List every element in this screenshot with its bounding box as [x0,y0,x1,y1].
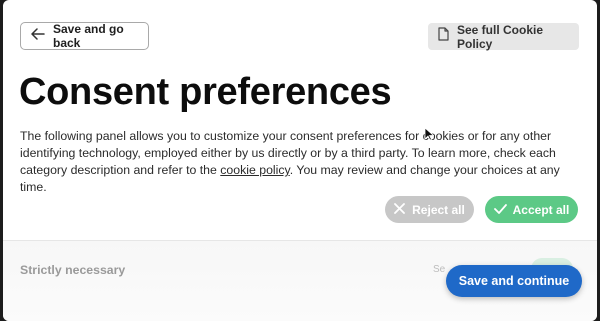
reject-all-button[interactable]: Reject all [385,196,474,223]
save-and-continue-button[interactable]: Save and continue [446,265,582,297]
save-and-continue-label: Save and continue [458,274,570,288]
consent-modal: Save and go back See full Cookie Policy … [3,0,597,321]
document-icon [438,27,449,46]
mouse-cursor-icon [424,127,435,141]
consent-description: The following panel allows you to custom… [20,128,580,196]
arrow-left-icon [31,27,45,45]
check-icon [493,201,507,219]
cookie-policy-link[interactable]: cookie policy [220,163,290,177]
toggle-hint-text: Se [433,264,446,275]
accept-all-label: Accept all [512,202,570,217]
strictly-necessary-title[interactable]: Strictly necessary [20,263,125,277]
accept-all-button[interactable]: Accept all [485,196,578,223]
save-and-go-back-button[interactable]: Save and go back [20,22,149,50]
save-and-go-back-label: Save and go back [53,22,124,50]
see-cookie-policy-label: See full Cookie Policy [457,22,544,51]
see-cookie-policy-button[interactable]: See full Cookie Policy [428,22,579,51]
close-icon [394,201,406,219]
reject-all-label: Reject all [412,202,465,217]
page-title: Consent preferences [19,71,392,113]
